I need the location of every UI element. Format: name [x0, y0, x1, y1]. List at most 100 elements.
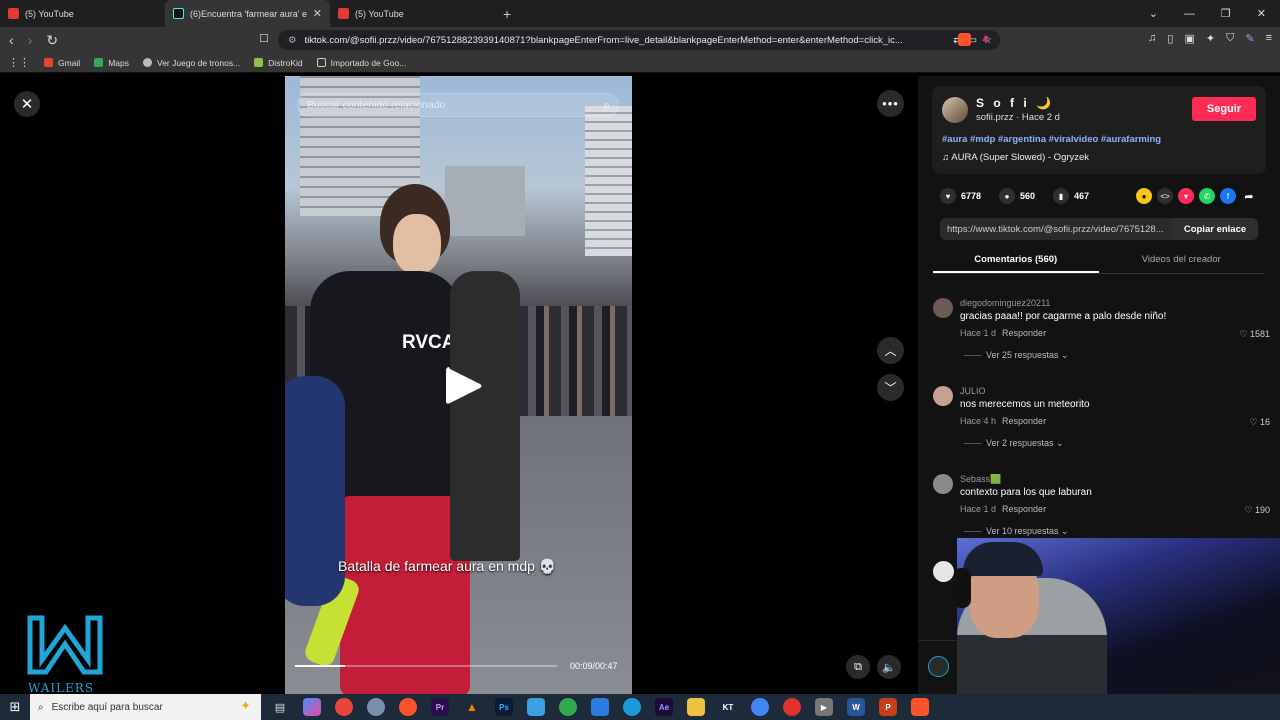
premiere-icon[interactable]: Pr [431, 698, 449, 716]
leo-icon[interactable]: ✎ [1245, 32, 1254, 45]
coin-icon[interactable]: ● [1136, 188, 1152, 204]
recorder-icon[interactable] [783, 698, 801, 716]
related-search-input[interactable]: Buscar contenido relacionado ⌕ [297, 93, 619, 117]
comment-username[interactable]: diegodominguez20211 [960, 298, 1050, 308]
bookmark-maps[interactable]: Maps [94, 58, 129, 68]
view-replies-button[interactable]: Ver 2 respuestas ⌄ [964, 438, 1064, 449]
creator-badge-icon[interactable] [928, 656, 949, 677]
photos-icon[interactable] [527, 698, 545, 716]
task-view-icon[interactable]: ▤ [271, 698, 289, 716]
hashtags[interactable]: #aura #mdp #argentina #viralvideo #auraf… [942, 134, 1161, 145]
vlc-icon[interactable]: ▲ [463, 698, 481, 716]
copy-link-button[interactable]: Copiar enlace [1172, 218, 1258, 240]
edge-icon[interactable] [623, 698, 641, 716]
video-progress-bar[interactable] [295, 665, 557, 667]
kt-icon[interactable]: KT [719, 698, 737, 716]
media-player-icon[interactable]: ▶ [815, 698, 833, 716]
next-video-button[interactable]: ﹀ [877, 374, 904, 401]
comment-likes[interactable]: ♡ 1581 [1239, 329, 1270, 340]
apps-icon[interactable]: ⋮⋮ [8, 56, 30, 69]
search-icon[interactable]: ⌕ [603, 98, 610, 113]
reply-button[interactable]: Responder [1002, 328, 1046, 338]
music-track[interactable]: ♫ AURA (Super Slowed) - Ogryzek [942, 152, 1089, 163]
vpn-icon[interactable]: ⛉ [1226, 32, 1234, 45]
like-stat[interactable]: ♥ 6778 [940, 188, 981, 204]
more-options-button[interactable]: ••• [877, 90, 904, 117]
view-replies-button[interactable]: Ver 10 respuestas ⌄ [964, 526, 1069, 537]
share-link-box[interactable]: https://www.tiktok.com/@sofii.przz/video… [940, 218, 1258, 240]
word-icon[interactable]: W [847, 698, 865, 716]
sidebar-icon[interactable]: ▯ [1167, 32, 1173, 45]
reply-button[interactable]: Responder [1002, 416, 1046, 426]
bookmark-star-icon[interactable]: ☐ [259, 32, 269, 45]
tab-comments[interactable]: Comentarios (560) [933, 250, 1099, 273]
comment-avatar[interactable] [933, 298, 953, 318]
bookmark-gmail[interactable]: Gmail [44, 58, 80, 68]
pip-button[interactable]: ⧉ [846, 655, 870, 679]
start-button[interactable]: ⊞ [0, 694, 30, 720]
play-icon[interactable] [443, 364, 483, 408]
comment-username[interactable]: JULIO [960, 386, 986, 396]
brave-app-icon[interactable] [911, 698, 929, 716]
brave-rewards-icon[interactable]: ▲ [980, 32, 991, 44]
follow-button[interactable]: Seguir [1192, 97, 1256, 121]
reply-button[interactable]: Responder [1002, 504, 1046, 514]
save-stat[interactable]: ▮ 467 [1053, 188, 1089, 204]
share-arrow-icon[interactable]: ➦ [1241, 188, 1257, 204]
brave-app-icon[interactable] [399, 698, 417, 716]
minimize-icon[interactable]: — [1184, 8, 1195, 20]
browser-tab-youtube-1[interactable]: (5) YouTube [0, 0, 165, 27]
comment-avatar[interactable] [933, 386, 953, 406]
close-window-icon[interactable]: ✕ [1257, 7, 1266, 20]
brave-shield-icon[interactable] [958, 33, 971, 46]
browser-tab-tiktok[interactable]: (6)Encuentra 'farmear aura' en TikTok ✕ [165, 0, 330, 27]
comment-likes[interactable]: ♡ 16 [1249, 417, 1270, 428]
chrome-icon[interactable] [335, 698, 353, 716]
forward-icon[interactable]: › [28, 32, 33, 49]
restore-icon[interactable]: ❐ [1221, 7, 1231, 20]
mail-icon[interactable] [591, 698, 609, 716]
back-icon[interactable]: ‹ [9, 32, 14, 49]
repost-icon[interactable]: ▾ [1178, 188, 1194, 204]
tab-search-icon[interactable]: ⌄ [1149, 7, 1158, 20]
file-explorer-icon[interactable] [687, 698, 705, 716]
bookmark-folder-importado[interactable]: Importado de Goo... [316, 58, 406, 68]
close-tab-icon[interactable]: ✕ [313, 7, 322, 20]
volume-button[interactable]: 🔈 [877, 655, 901, 679]
comment-likes[interactable]: ♡ 190 [1244, 505, 1270, 516]
bookmark-juego-de-tronos[interactable]: Ver Juego de tronos... [143, 58, 240, 68]
view-replies-button[interactable]: Ver 25 respuestas ⌄ [964, 350, 1069, 361]
bookmark-distrokid[interactable]: DistroKid [254, 58, 303, 68]
whatsapp-icon[interactable]: ✆ [1199, 188, 1215, 204]
tab-creator-videos[interactable]: Videos del creador [1099, 250, 1265, 273]
after-effects-icon[interactable]: Ae [655, 698, 673, 716]
wallet-icon[interactable]: ▣ [1184, 32, 1194, 45]
powerpoint-icon[interactable]: P [879, 698, 897, 716]
browser-tab-youtube-2[interactable]: (5) YouTube [330, 0, 495, 27]
extensions-icon[interactable]: ✦ [1206, 32, 1215, 45]
comment-avatar[interactable] [933, 561, 954, 582]
chrome-icon[interactable] [751, 698, 769, 716]
menu-icon[interactable]: ≡ [1266, 32, 1272, 45]
app-icon[interactable] [367, 698, 385, 716]
creator-name[interactable]: S o f i 🌙 [976, 96, 1054, 110]
creator-handle-time[interactable]: sofii.przz · Hace 2 d [976, 112, 1060, 123]
address-bar[interactable]: ⚙ tiktok.com/@sofii.przz/video/767512882… [278, 30, 1000, 50]
photoshop-icon[interactable]: Ps [495, 698, 513, 716]
embed-icon[interactable]: <> [1157, 188, 1173, 204]
comment-time: Hace 1 d [960, 328, 997, 338]
comment-username[interactable]: Sebass🟩 [960, 474, 1001, 485]
comment-stat[interactable]: ● 560 [999, 188, 1035, 204]
facebook-icon[interactable]: f [1220, 188, 1236, 204]
new-tab-button[interactable]: + [503, 6, 511, 22]
taskbar-search[interactable]: ⌕ Escribe aquí para buscar ✦ [30, 694, 261, 720]
media-icon[interactable]: ♫ [1148, 32, 1156, 45]
previous-video-button[interactable]: ︿ [877, 337, 904, 364]
close-video-button[interactable]: ✕ [14, 91, 40, 117]
site-info-icon[interactable]: ⚙ [288, 35, 297, 46]
chrome-icon[interactable] [559, 698, 577, 716]
copilot-icon[interactable] [303, 698, 321, 716]
creator-avatar[interactable] [942, 97, 968, 123]
comment-avatar[interactable] [933, 474, 953, 494]
reload-icon[interactable]: ↻ [46, 32, 58, 49]
